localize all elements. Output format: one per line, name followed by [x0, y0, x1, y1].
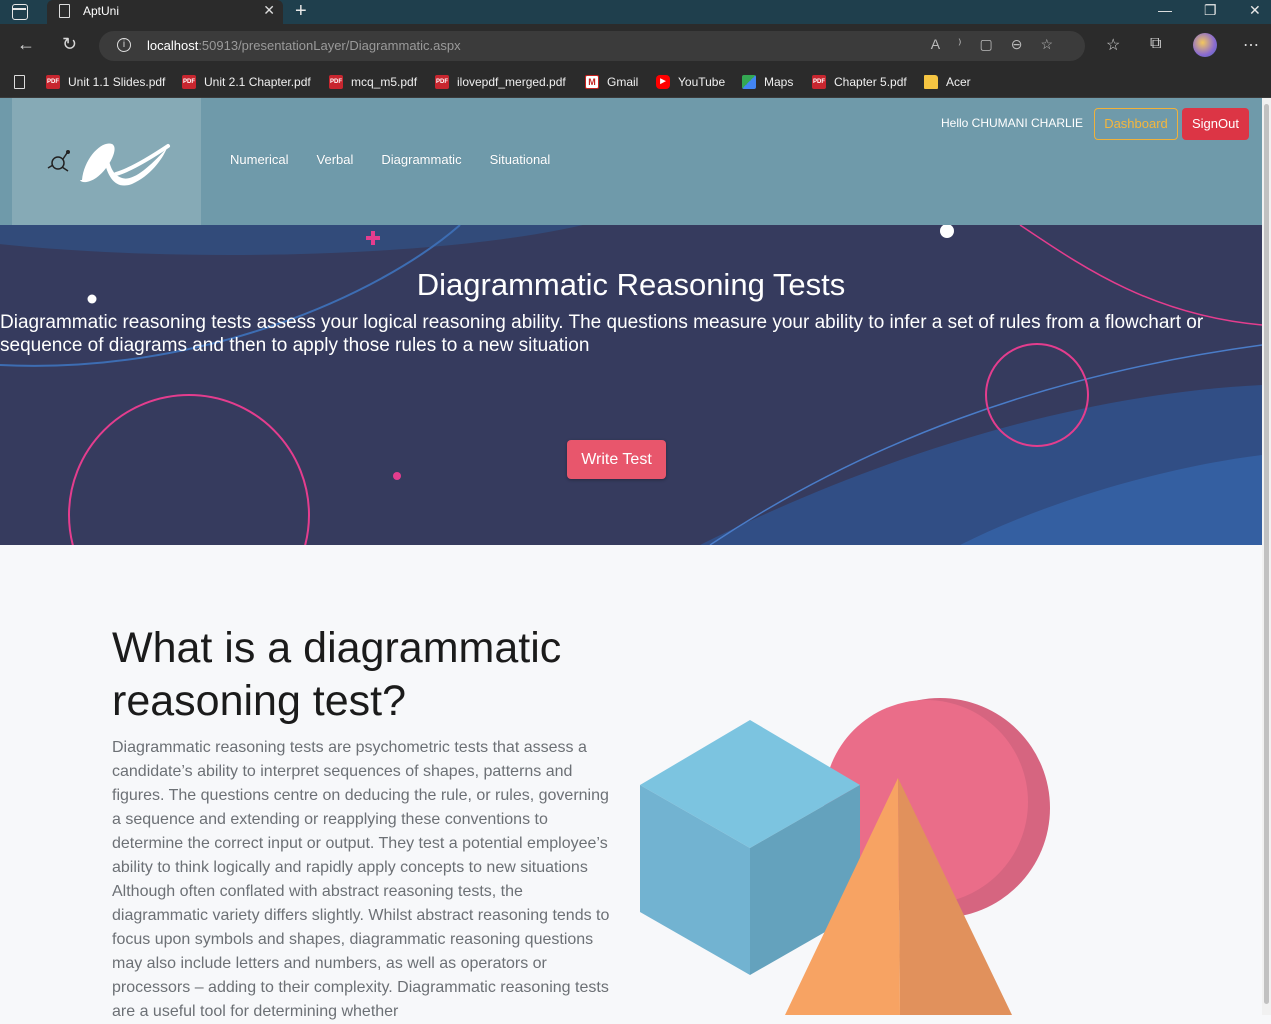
bookmark-item[interactable]: PDF Unit 1.1 Slides.pdf — [46, 72, 165, 92]
minimize-icon[interactable]: — — [1158, 2, 1172, 18]
site-logo[interactable] — [12, 98, 201, 225]
page-icon — [59, 4, 70, 18]
site-header: Numerical Verbal Diagrammatic Situationa… — [0, 98, 1262, 225]
browser-tab-bar: AptUni ✕ + — ❐ ✕ — [0, 0, 1271, 24]
close-tab-icon[interactable]: ✕ — [263, 2, 275, 19]
page-scrollbar[interactable] — [1262, 98, 1271, 1015]
gmail-icon: M — [585, 75, 599, 89]
restore-icon[interactable]: ❐ — [1204, 2, 1217, 19]
nav-situational[interactable]: Situational — [490, 152, 551, 167]
dashboard-button[interactable]: Dashboard — [1094, 108, 1178, 140]
user-greeting: Hello CHUMANI CHARLIE — [941, 116, 1084, 130]
url-text[interactable]: localhost:50913/presentationLayer/Diagra… — [147, 38, 461, 53]
section-paragraph: Diagrammatic reasoning tests are psychom… — [112, 739, 610, 1020]
bookmark-item[interactable]: ▶ YouTube — [656, 72, 725, 92]
pdf-icon: PDF — [46, 75, 60, 89]
hero-description: Diagrammatic reasoning tests assess your… — [0, 312, 1204, 356]
bookmark-item[interactable]: Acer — [924, 72, 971, 92]
maps-icon — [742, 75, 756, 89]
url-bar[interactable]: i localhost:50913/presentationLayer/Diag… — [99, 31, 1085, 61]
refresh-icon[interactable]: ↻ — [62, 34, 77, 55]
bookmark-doc-icon[interactable] — [14, 75, 25, 89]
site-info-icon[interactable]: i — [117, 38, 131, 52]
browser-tab[interactable]: AptUni ✕ — [47, 0, 283, 24]
collections-icon[interactable]: ⧉ — [1150, 35, 1161, 53]
shapes-illustration — [640, 698, 1050, 1015]
folder-icon — [924, 75, 938, 89]
favorites-icon[interactable]: ☆ — [1106, 35, 1120, 55]
more-menu-icon[interactable]: ⋯ — [1243, 35, 1259, 55]
pdf-icon: PDF — [812, 75, 826, 89]
pdf-icon: PDF — [435, 75, 449, 89]
workspaces-icon[interactable] — [12, 4, 28, 20]
back-icon[interactable]: ← — [17, 34, 35, 55]
hero-banner: Diagrammatic Reasoning Tests Diagrammati… — [0, 225, 1262, 545]
main-nav: Numerical Verbal Diagrammatic Situationa… — [230, 152, 550, 167]
new-tab-icon[interactable]: + — [295, 0, 307, 22]
address-action-icons[interactable]: A⁾▢⊖☆ — [931, 36, 1071, 53]
bookmark-item[interactable]: PDF ilovepdf_merged.pdf — [435, 72, 566, 92]
bookmark-item[interactable]: M Gmail — [585, 72, 638, 92]
signout-button[interactable]: SignOut — [1182, 108, 1249, 140]
bookmarks-bar: PDF Unit 1.1 Slides.pdf PDF Unit 2.1 Chapt… — [0, 67, 1271, 98]
aptuni-logo-icon — [47, 143, 170, 186]
youtube-icon: ▶ — [656, 75, 670, 89]
bookmark-item[interactable]: Maps — [742, 72, 793, 92]
address-toolbar: ← ↻ i localhost:50913/presentationLayer/… — [0, 24, 1271, 67]
close-window-icon[interactable]: ✕ — [1249, 2, 1261, 19]
bookmark-item[interactable]: PDF Chapter 5.pdf — [812, 72, 907, 92]
bookmark-item[interactable]: PDF Unit 2.1 Chapter.pdf — [182, 72, 311, 92]
nav-numerical[interactable]: Numerical — [230, 152, 289, 167]
pdf-icon: PDF — [182, 75, 196, 89]
bookmark-item[interactable]: PDF mcq_m5.pdf — [329, 72, 417, 92]
tab-title: AptUni — [83, 4, 120, 18]
profile-avatar[interactable] — [1193, 33, 1217, 57]
section-heading: What is a diagrammatic reasoning test? — [112, 624, 562, 725]
nav-diagrammatic[interactable]: Diagrammatic — [381, 152, 461, 167]
pdf-icon: PDF — [329, 75, 343, 89]
scrollbar-thumb[interactable] — [1264, 104, 1269, 1004]
hero-title: Diagrammatic Reasoning Tests — [416, 267, 846, 302]
write-test-button[interactable]: Write Test — [567, 440, 666, 479]
nav-verbal[interactable]: Verbal — [317, 152, 354, 167]
